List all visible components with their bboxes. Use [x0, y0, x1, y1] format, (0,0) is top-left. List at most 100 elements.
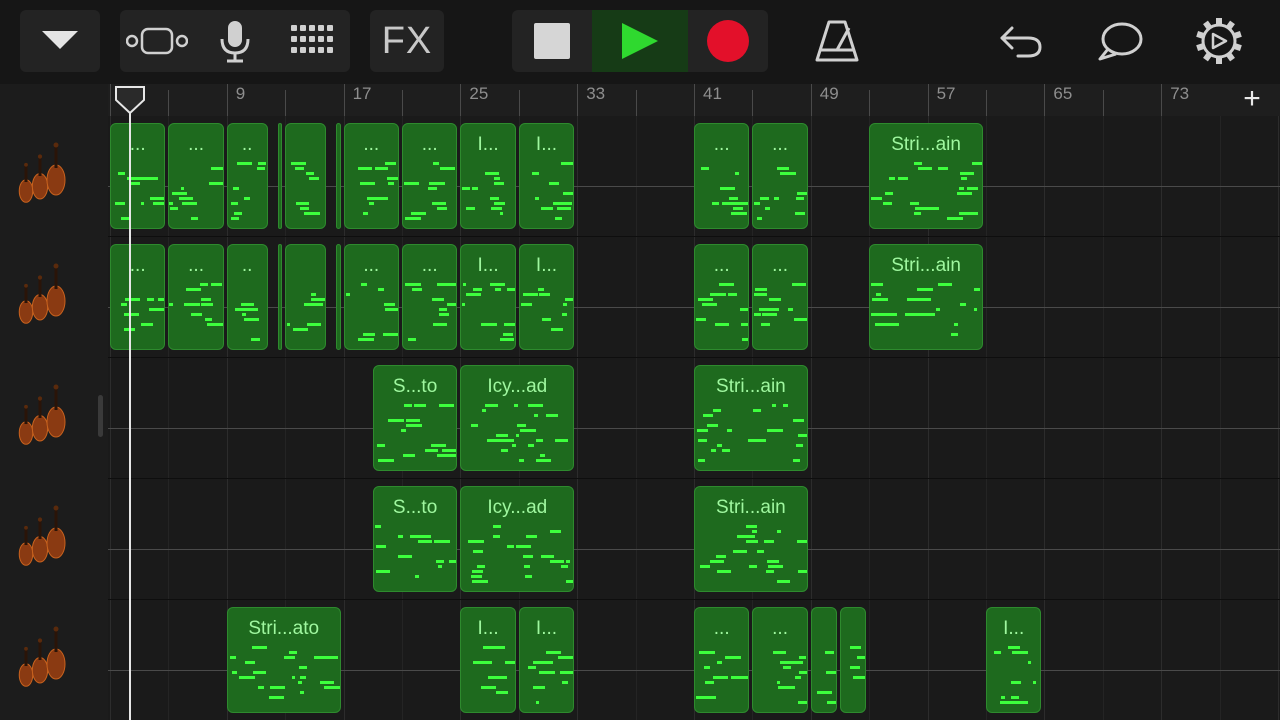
stop-button[interactable]: [512, 10, 592, 72]
keyboard-grid-button[interactable]: [276, 10, 350, 72]
music-region[interactable]: [277, 244, 283, 350]
music-region[interactable]: Icy...ad: [460, 486, 575, 592]
midi-note: [994, 651, 1001, 654]
metronome-button[interactable]: [800, 10, 874, 72]
music-region[interactable]: ...: [110, 244, 166, 350]
add-section-button[interactable]: +: [1224, 84, 1280, 116]
track-lane[interactable]: .............. I... I......... Stri...ain: [108, 237, 1280, 358]
midi-note: [374, 167, 388, 170]
music-region[interactable]: I...: [460, 607, 516, 713]
music-region[interactable]: Icy...ad: [460, 365, 575, 471]
music-region[interactable]: ..: [226, 123, 268, 229]
resize-handle[interactable]: [98, 395, 103, 437]
tracks-area[interactable]: .............. I... I......... Stri...ain..…: [108, 116, 1280, 720]
midi-note: [233, 212, 242, 215]
strings-icon[interactable]: [12, 503, 84, 575]
loop-browser-button[interactable]: [1084, 10, 1158, 72]
record-button[interactable]: [688, 10, 768, 72]
region-title: S...to: [392, 376, 438, 397]
music-region[interactable]: ...: [694, 607, 750, 713]
track-lane[interactable]: S...to Icy...ad Stri...ain: [108, 358, 1280, 479]
music-region[interactable]: Stri...ato: [226, 607, 341, 713]
midi-note: [386, 177, 398, 180]
midi-note: [797, 540, 807, 543]
strings-icon[interactable]: [12, 261, 84, 333]
music-region[interactable]: ...: [402, 123, 458, 229]
midi-note: [309, 177, 320, 180]
music-region[interactable]: ...: [694, 123, 750, 229]
music-region[interactable]: I...: [460, 244, 516, 350]
microphone-icon: [220, 21, 250, 63]
track-lane[interactable]: Stri...ato I... I......... I...: [108, 600, 1280, 720]
midi-note: [777, 681, 781, 684]
music-region[interactable]: Stri...ain: [869, 244, 983, 350]
music-region[interactable]: I...: [986, 607, 1042, 713]
ruler[interactable]: 191725334149576573: [108, 84, 1280, 117]
music-region[interactable]: [336, 244, 341, 350]
midi-note: [306, 172, 315, 175]
music-region[interactable]: ...: [168, 244, 224, 350]
settings-button[interactable]: [1182, 10, 1256, 72]
music-region[interactable]: ...: [694, 244, 750, 350]
music-region[interactable]: I...: [460, 123, 516, 229]
midi-note: [365, 182, 375, 185]
track-lane[interactable]: .............. I... I......... Stri...ain: [108, 116, 1280, 237]
track-view-button[interactable]: [120, 10, 194, 72]
track-lane[interactable]: S...to Icy...ad Stri...ain: [108, 479, 1280, 600]
strings-icon[interactable]: [12, 382, 84, 454]
midi-note: [967, 187, 979, 190]
midi-note: [181, 187, 185, 190]
midi-note: [536, 661, 553, 664]
music-region[interactable]: I...: [518, 607, 575, 713]
playhead[interactable]: [129, 86, 131, 720]
midi-note: [1033, 681, 1036, 684]
midi-note: [561, 681, 568, 684]
midi-note: [546, 414, 559, 417]
music-region[interactable]: I...: [518, 244, 575, 350]
music-region[interactable]: Stri...ain: [694, 486, 808, 592]
midi-note: [531, 172, 539, 175]
music-region[interactable]: ...: [752, 607, 808, 713]
music-region[interactable]: [277, 123, 283, 229]
midi-note: [149, 308, 164, 311]
music-region[interactable]: [810, 607, 837, 713]
midi-note: [698, 298, 713, 301]
midi-note: [489, 439, 494, 442]
music-region[interactable]: Stri...ain: [869, 123, 983, 229]
music-region[interactable]: ...: [752, 123, 808, 229]
midi-note: [495, 288, 502, 291]
music-region[interactable]: [336, 123, 341, 229]
play-button[interactable]: [592, 10, 688, 72]
midi-note: [307, 323, 322, 326]
region-title: Stri...ain: [891, 134, 961, 155]
music-region[interactable]: [285, 123, 326, 229]
music-region[interactable]: ..: [226, 244, 268, 350]
fx-button[interactable]: FX: [370, 10, 444, 72]
music-region[interactable]: ...: [168, 123, 224, 229]
music-region[interactable]: [285, 244, 326, 350]
midi-note: [566, 580, 574, 583]
midi-note: [753, 409, 761, 412]
music-region[interactable]: ...: [110, 123, 166, 229]
strings-icon[interactable]: [12, 624, 84, 696]
ruler-tick: [1044, 84, 1046, 116]
music-region[interactable]: I...: [518, 123, 575, 229]
music-region[interactable]: ...: [752, 244, 808, 350]
midi-note: [825, 671, 836, 674]
playhead-handle-icon[interactable]: [115, 86, 145, 114]
music-region[interactable]: ...: [343, 123, 399, 229]
music-region[interactable]: ...: [343, 244, 399, 350]
strings-icon[interactable]: [12, 140, 84, 212]
music-region[interactable]: [840, 607, 867, 713]
music-region[interactable]: ...: [402, 244, 458, 350]
midi-note: [209, 182, 223, 185]
midi-note: [471, 424, 479, 427]
microphone-button[interactable]: [198, 10, 272, 72]
music-region[interactable]: S...to: [372, 486, 458, 592]
tracks-menu-button[interactable]: [20, 10, 100, 72]
undo-button[interactable]: [984, 10, 1058, 72]
ruler-tick: [1161, 84, 1163, 116]
music-region[interactable]: S...to: [372, 365, 458, 471]
music-region[interactable]: Stri...ain: [694, 365, 808, 471]
midi-note: [448, 560, 457, 563]
